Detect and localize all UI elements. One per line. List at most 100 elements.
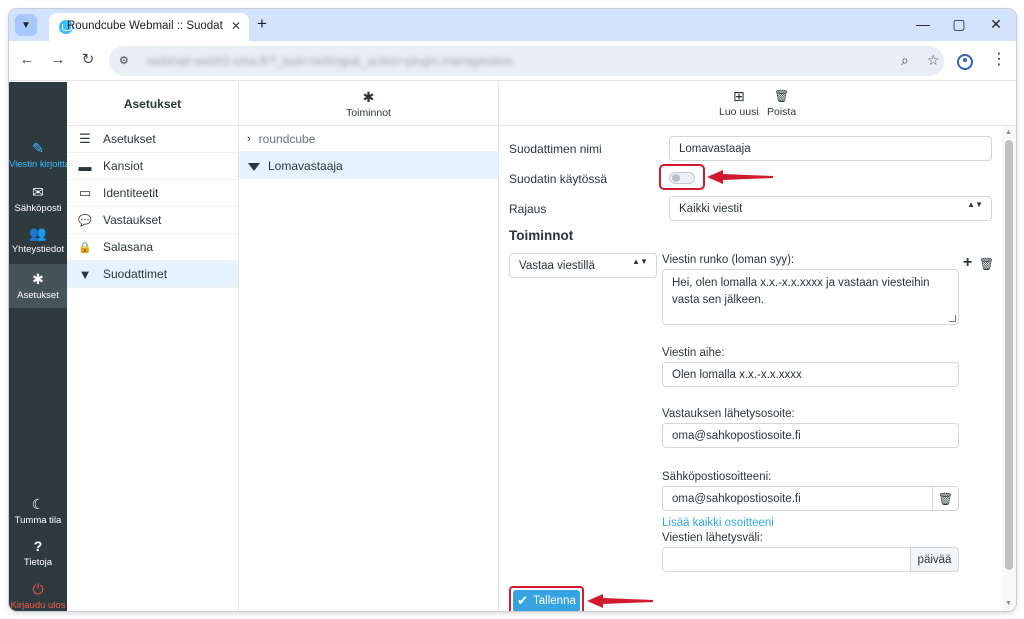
remove-address-button[interactable]: 🗑	[933, 486, 959, 511]
plus-square-icon: ⊞	[732, 88, 745, 104]
sidebar-item-password[interactable]: 🔒 Salasana	[67, 234, 238, 261]
create-label: Luo uusi	[719, 106, 759, 118]
scroll-down-icon[interactable]: ▼	[1005, 600, 1012, 607]
bookmark-star-icon[interactable]: ☆	[927, 52, 940, 69]
reload-button[interactable]: ↻	[79, 51, 97, 69]
reply-sender-input[interactable]: oma@sahkopostiosoite.fi	[662, 423, 959, 448]
filter-icon	[248, 162, 260, 171]
new-tab-button[interactable]: +	[252, 13, 272, 35]
add-all-addresses-link[interactable]: Lisää kaikki osoitteeni	[662, 517, 774, 529]
filters-header: ✱ Toiminnot	[239, 82, 498, 126]
my-address-input[interactable]: oma@sahkopostiosoite.fi	[662, 486, 933, 511]
trash-icon: 🗑	[773, 89, 790, 103]
sidebar-item-identities[interactable]: ▭ Identiteetit	[67, 180, 238, 207]
sidebar-item-responses[interactable]: 💬 Vastaukset	[67, 207, 238, 234]
sidebar-item-folders[interactable]: ▬ Kansiot	[67, 153, 238, 180]
resize-handle-icon[interactable]	[949, 315, 956, 322]
sidebar-item-label: Salasana	[103, 240, 154, 254]
filter-set-name: roundcube	[258, 131, 316, 146]
remove-action-icon[interactable]: 🗑	[979, 257, 994, 271]
id-card-icon: ▭	[78, 185, 92, 200]
moon-icon: ☾	[31, 496, 45, 512]
filter-enabled-label: Suodatin käytössä	[509, 172, 608, 186]
scroll-up-icon[interactable]: ▲	[1005, 129, 1012, 136]
filter-enabled-toggle[interactable]	[669, 172, 695, 184]
filter-name-input[interactable]: Lomavastaaja	[669, 136, 992, 161]
roundcube-app: ✎ Viestin kirjoittaminen ✉ Sähköposti 👥 …	[9, 82, 1016, 611]
add-action-icon[interactable]: +	[963, 254, 972, 272]
profile-icon[interactable]	[957, 54, 973, 70]
question-icon: ?	[33, 538, 43, 554]
scope-label: Rajaus	[509, 202, 547, 216]
select-arrows-icon: ▲▼	[632, 257, 648, 266]
reply-sender-label: Vastauksen lähetysosoite:	[662, 408, 795, 420]
address-bar[interactable]: ⚙ webmail.web02.oma.fi/?_task=settings&_…	[109, 46, 944, 76]
delete-label: Poista	[767, 106, 797, 118]
compose-icon: ✎	[32, 140, 44, 156]
main-nav-rail: ✎ Viestin kirjoittaminen ✉ Sähköposti 👥 …	[9, 82, 67, 611]
nav-contacts[interactable]: 👥 Yhteystiedot	[9, 224, 67, 260]
settings-sidebar: Asetukset ☰ Asetukset ▬ Kansiot ▭ Identi…	[67, 82, 239, 611]
close-window-button[interactable]: ✕	[986, 16, 1006, 33]
scope-select[interactable]: Kaikki viestit ▲▼	[669, 196, 992, 221]
filter-item-label: Lomavastaaja	[268, 158, 343, 173]
nav-compose[interactable]: ✎ Viestin kirjoittaminen	[9, 139, 67, 179]
chevron-down-icon: ▼	[21, 19, 31, 31]
logout-button[interactable]: ⏻ Kirjaudu ulos	[9, 580, 67, 611]
sliders-icon: ☰	[79, 131, 91, 146]
actions-label: Toiminnot	[346, 106, 391, 119]
comment-icon: 💬	[78, 214, 92, 227]
interval-label: Viestien lähetysväli:	[662, 532, 763, 544]
sidebar-item-filters[interactable]: ▼ Suodattimet	[67, 261, 238, 288]
actions-title: Toiminnot	[509, 228, 574, 243]
scrollbar-thumb[interactable]	[1005, 140, 1013, 570]
sidebar-item-label: Kansiot	[103, 159, 144, 173]
arrow-pointer-save	[587, 594, 653, 608]
scope-value: Kaikki viestit	[679, 202, 743, 215]
browser-window: ▼ Roundcube Webmail :: Suodatti ✕ + — ▢ …	[9, 9, 1016, 611]
dark-mode-button[interactable]: ☾ Tumma tila	[9, 495, 67, 531]
save-highlight: ✔ Tallenna	[509, 586, 584, 611]
tab-title: Roundcube Webmail :: Suodatti	[67, 20, 223, 32]
contacts-icon: 👥	[29, 225, 47, 241]
minimize-button[interactable]: —	[913, 16, 933, 32]
delete-filter-button[interactable]: 🗑 Poista	[767, 88, 796, 118]
close-tab-icon[interactable]: ✕	[231, 19, 241, 33]
sidebar-item-label: Vastaukset	[103, 213, 162, 227]
filter-form: Suodattimen nimi Lomavastaaja Suodatin k…	[499, 126, 1002, 611]
interval-input[interactable]	[662, 547, 911, 572]
nav-settings[interactable]: ✱ Asetukset	[9, 264, 67, 308]
filter-set-row[interactable]: › roundcube	[239, 126, 498, 152]
back-button[interactable]: ←	[18, 51, 36, 69]
browser-tab[interactable]: Roundcube Webmail :: Suodatti ✕	[49, 13, 249, 41]
subject-label: Viestin aihe:	[662, 347, 725, 359]
nav-mail[interactable]: ✉ Sähköposti	[9, 183, 67, 219]
browser-menu-icon[interactable]: ⋮	[991, 51, 1007, 69]
tab-search-button[interactable]: ▼	[15, 14, 37, 36]
about-button[interactable]: ? Tietoja	[9, 537, 67, 573]
subject-input[interactable]: Olen lomalla x.x.-x.x.xxxx	[662, 362, 959, 387]
form-scrollbar[interactable]: ▲ ▼	[1002, 126, 1016, 611]
action-type-select[interactable]: Vastaa viestillä ▲▼	[509, 253, 657, 278]
url-text: webmail.web02.oma.fi/?_task=settings&_ac…	[147, 54, 514, 68]
site-settings-icon[interactable]: ⚙	[119, 54, 129, 67]
filter-name-label: Suodattimen nimi	[509, 142, 602, 156]
sidebar-item-label: Asetukset	[103, 132, 156, 146]
maximize-button[interactable]: ▢	[949, 16, 969, 33]
nav-settings-label: Asetukset	[17, 290, 59, 301]
envelope-icon: ✉	[32, 184, 44, 200]
save-button[interactable]: ✔ Tallenna	[513, 590, 580, 611]
filter-item-vacation[interactable]: Lomavastaaja	[239, 152, 498, 179]
about-label: Tietoja	[23, 557, 53, 568]
filter-editor: ⊞ Luo uusi 🗑 Poista Suodattimen nimi Lom…	[499, 82, 1016, 611]
actions-menu-button[interactable]: ✱ Toiminnot	[346, 89, 391, 119]
zoom-icon[interactable]: ⌕	[901, 52, 909, 69]
interval-unit: päivää	[911, 547, 959, 572]
message-body-textarea[interactable]: Hei, olen lomalla x.x.-x.x.xxxx ja vasta…	[662, 269, 959, 325]
sidebar-item-preferences[interactable]: ☰ Asetukset	[67, 126, 238, 153]
sidebar-item-label: Identiteetit	[103, 186, 159, 200]
folder-icon: ▬	[78, 158, 92, 174]
forward-button[interactable]: →	[49, 51, 67, 69]
create-filter-button[interactable]: ⊞ Luo uusi	[719, 88, 759, 118]
arrow-pointer-toggle	[707, 170, 773, 184]
